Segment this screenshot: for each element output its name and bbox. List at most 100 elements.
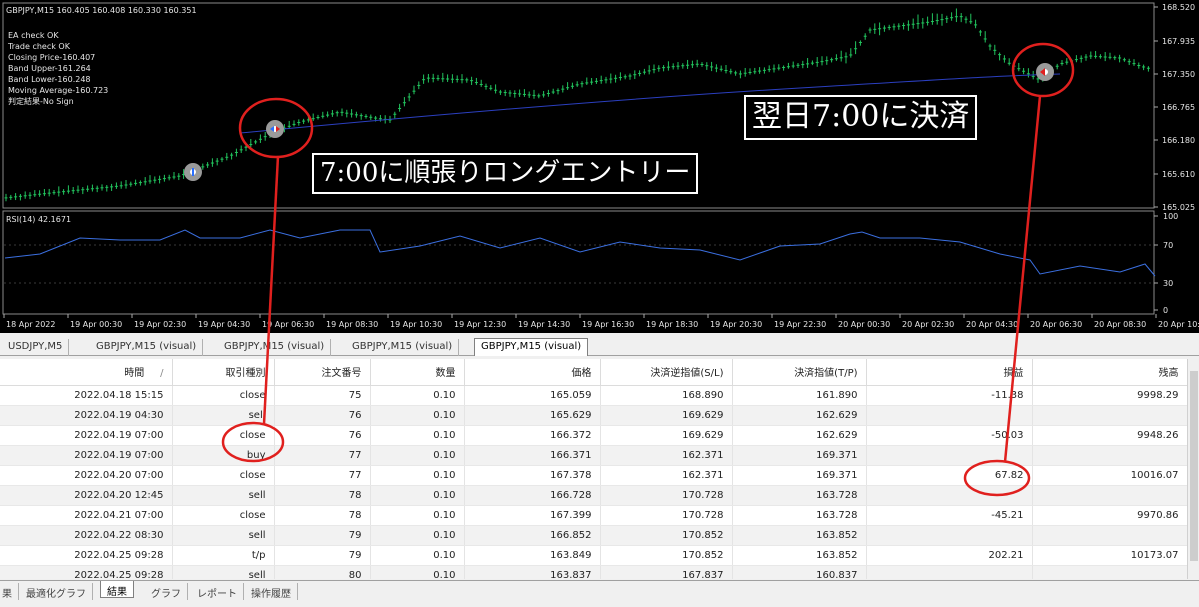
cell-type: sell [172, 525, 275, 546]
cell-time: 2022.04.18 15:15 [0, 385, 173, 406]
time-axis-label: 20 Apr 06:30 [1030, 320, 1082, 329]
cell-tp: 162.629 [732, 405, 867, 426]
cell-tp: 163.852 [732, 525, 867, 546]
cell-price: 163.849 [464, 545, 601, 566]
header-profit[interactable]: 損益 [866, 359, 1033, 386]
time-axis-label: 19 Apr 04:30 [198, 320, 250, 329]
cell-volume: 0.10 [370, 545, 465, 566]
results-table: 時間 / 取引種別 注文番号 数量 価格 決済逆指値(S/L) 決済指値(T/P… [0, 359, 1187, 579]
status-line: EA check OK [8, 31, 59, 40]
table-row[interactable]: 2022.04.25 09:28 t/p 79 0.10 163.849 170.852 1… [0, 545, 1187, 566]
price-axis-label: 166.180 [1162, 136, 1195, 145]
cell-volume: 0.10 [370, 465, 465, 486]
tab-results[interactable]: 結果 [100, 581, 134, 598]
header-time[interactable]: 時間 / [0, 359, 173, 386]
header-type[interactable]: 取引種別 [172, 359, 275, 386]
tab-gbpjpy-visual-active[interactable]: GBPJPY,M15 (visual) [474, 338, 589, 356]
status-line: 判定結果-No Sign [8, 96, 74, 106]
table-row[interactable]: 2022.04.22 08:30 sell 79 0.10 166.852 170.852… [0, 525, 1187, 546]
price-axis-label: 167.350 [1162, 70, 1195, 79]
rsi-axis-label: 0 [1163, 306, 1168, 315]
symbol-header: GBPJPY,M15 160.405 160.408 160.330 160.3… [6, 6, 197, 15]
header-sl[interactable]: 決済逆指値(S/L) [600, 359, 733, 386]
cell-order: 77 [274, 465, 371, 486]
cell-time: 2022.04.20 07:00 [0, 465, 173, 486]
cell-type: close [172, 425, 275, 446]
table-row[interactable]: 2022.04.20 07:00 close 77 0.10 167.378 162.37… [0, 465, 1187, 486]
results-table-container: 時間 / 取引種別 注文番号 数量 価格 決済逆指値(S/L) 決済指値(T/P… [0, 359, 1187, 579]
callout-entry-label: 7:00に順張りロングエントリー [312, 153, 699, 194]
price-axis-label: 167.935 [1162, 37, 1195, 46]
cell-sl: 170.852 [600, 545, 733, 566]
table-row[interactable]: 2022.04.19 04:30 sell 76 0.10 165.629 169.629… [0, 405, 1187, 426]
time-axis-label: 20 Apr 04:30 [966, 320, 1018, 329]
cell-sl: 168.890 [600, 385, 733, 406]
cell-type: sell [172, 565, 275, 579]
cell-volume: 0.10 [370, 565, 465, 579]
time-axis-label: 20 Apr 08:30 [1094, 320, 1146, 329]
cell-volume: 0.10 [370, 485, 465, 506]
tab-journal[interactable]: 操作履歴 [245, 583, 298, 600]
cell-profit [866, 445, 1033, 466]
tab-report[interactable]: レポート [191, 583, 244, 600]
cell-profit: -11.38 [866, 385, 1033, 406]
tab-optimization-graph[interactable]: 最適化グラフ [20, 583, 93, 600]
table-row[interactable]: 2022.04.19 07:00 close 76 0.10 166.372 169.62… [0, 425, 1187, 446]
cell-sl: 170.728 [600, 505, 733, 526]
cell-order: 79 [274, 545, 371, 566]
tab-usdjpy-m5[interactable]: USDJPY,M5 [2, 339, 70, 356]
time-axis-label: 19 Apr 08:30 [326, 320, 378, 329]
cell-volume: 0.10 [370, 425, 465, 446]
cell-price: 167.378 [464, 465, 601, 486]
cell-balance [1032, 485, 1187, 506]
cell-sl: 170.728 [600, 485, 733, 506]
rsi-label: RSI(14) 42.1671 [6, 215, 71, 224]
cell-price: 163.837 [464, 565, 601, 579]
cell-balance [1032, 525, 1187, 546]
table-row[interactable]: 2022.04.25 09:28 sell 80 0.10 163.837 167.837… [0, 565, 1187, 579]
cell-profit: 67.82 [866, 465, 1033, 486]
status-line: Band Upper-161.264 [8, 64, 91, 73]
cell-time: 2022.04.19 04:30 [0, 405, 173, 426]
cell-order: 79 [274, 525, 371, 546]
cell-balance [1032, 445, 1187, 466]
cell-price: 166.371 [464, 445, 601, 466]
table-row[interactable]: 2022.04.18 15:15 close 75 0.10 165.059 168.89… [0, 385, 1187, 406]
tab-gbpjpy-visual-2[interactable]: GBPJPY,M15 (visual) [218, 339, 332, 356]
cell-time: 2022.04.19 07:00 [0, 425, 173, 446]
cell-sl: 170.852 [600, 525, 733, 546]
tab-graph[interactable]: グラフ [145, 583, 188, 600]
cell-sl: 167.837 [600, 565, 733, 579]
table-row[interactable]: 2022.04.19 07:00 buy 77 0.10 166.371 162.371 1… [0, 445, 1187, 466]
cell-tp: 163.728 [732, 485, 867, 506]
table-scrollbar[interactable] [1187, 359, 1199, 579]
cell-order: 76 [274, 425, 371, 446]
price-chart[interactable]: GBPJPY,M15 160.405 160.408 160.330 160.3… [0, 0, 1199, 333]
time-axis-label: 19 Apr 10:30 [390, 320, 442, 329]
tab-gbpjpy-visual-3[interactable]: GBPJPY,M15 (visual) [346, 339, 460, 356]
header-price[interactable]: 価格 [464, 359, 601, 386]
cell-order: 76 [274, 405, 371, 426]
table-row[interactable]: 2022.04.20 12:45 sell 78 0.10 166.728 170.728… [0, 485, 1187, 506]
header-tp[interactable]: 決済指値(T/P) [732, 359, 867, 386]
cell-profit: -50.03 [866, 425, 1033, 446]
scrollbar-thumb[interactable] [1190, 371, 1198, 561]
cell-profit [866, 525, 1033, 546]
cell-price: 166.372 [464, 425, 601, 446]
header-balance[interactable]: 残高 [1032, 359, 1187, 386]
rsi-axis-label: 30 [1163, 279, 1173, 288]
time-axis-label: 19 Apr 14:30 [518, 320, 570, 329]
table-row[interactable]: 2022.04.21 07:00 close 78 0.10 167.399 170.72… [0, 505, 1187, 526]
header-volume[interactable]: 数量 [370, 359, 465, 386]
cell-type: sell [172, 405, 275, 426]
header-order[interactable]: 注文番号 [274, 359, 371, 386]
tab-result-partial[interactable]: 果 [0, 583, 19, 600]
time-axis-label: 20 Apr 00:30 [838, 320, 890, 329]
tab-gbpjpy-visual-1[interactable]: GBPJPY,M15 (visual) [90, 339, 204, 356]
status-line: Band Lower-160.248 [8, 75, 91, 84]
time-axis-label: 19 Apr 02:30 [134, 320, 186, 329]
cell-order: 80 [274, 565, 371, 579]
cell-tp: 169.371 [732, 445, 867, 466]
cell-tp: 163.728 [732, 505, 867, 526]
cell-balance: 10173.07 [1032, 545, 1187, 566]
